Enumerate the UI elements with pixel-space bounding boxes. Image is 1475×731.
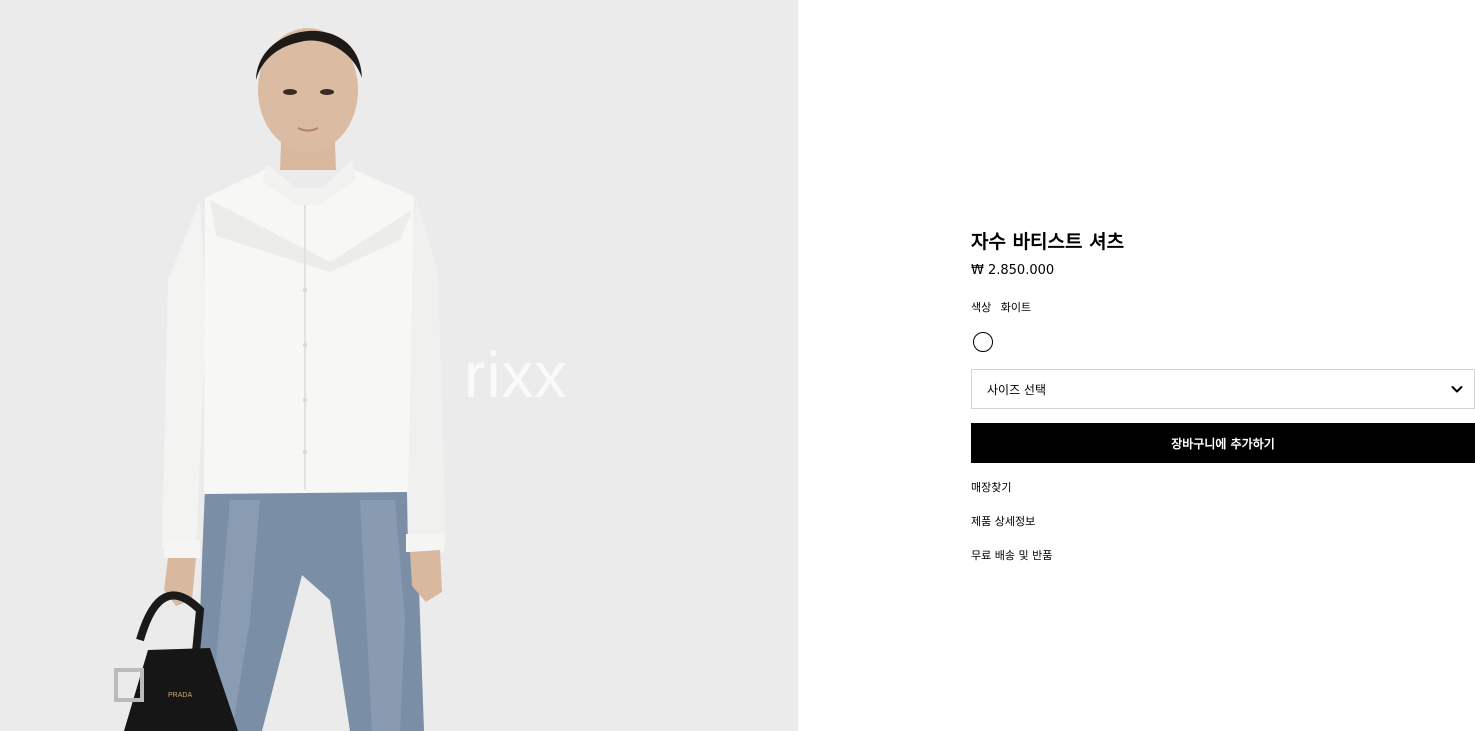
product-page: PRADA rixx 자수 바티스트 셔츠 ₩ 2.850.000 색상 화이트…	[0, 0, 1475, 731]
model-photo: PRADA	[114, 28, 446, 731]
product-price: ₩ 2.850.000	[971, 263, 1055, 278]
bag-logo: PRADA	[168, 692, 192, 699]
store-locator-link[interactable]: 매장찾기	[971, 480, 1475, 496]
color-row: 색상 화이트	[971, 300, 1475, 316]
shipping-returns-link[interactable]: 무료 배송 및 반품	[971, 548, 1475, 564]
size-select[interactable]: 사이즈 선택	[971, 369, 1475, 409]
color-swatch-white[interactable]	[973, 332, 993, 352]
product-image[interactable]: PRADA rixx	[0, 0, 798, 731]
product-title: 자수 바티스트 셔츠	[971, 231, 1125, 253]
add-to-cart-button[interactable]: 장바구니에 추가하기	[971, 423, 1475, 463]
chevron-down-icon	[1451, 386, 1463, 393]
product-details: 자수 바티스트 셔츠 ₩ 2.850.000 색상 화이트 사이즈 선택 장바구…	[971, 228, 1475, 582]
watermark: rixx	[464, 339, 568, 411]
size-select-label: 사이즈 선택	[987, 383, 1047, 397]
color-value: 화이트	[1000, 301, 1032, 314]
info-links: 매장찾기 제품 상세정보 무료 배송 및 반품	[971, 480, 1475, 564]
product-details-link[interactable]: 제품 상세정보	[971, 514, 1475, 530]
color-label: 색상	[971, 301, 992, 314]
